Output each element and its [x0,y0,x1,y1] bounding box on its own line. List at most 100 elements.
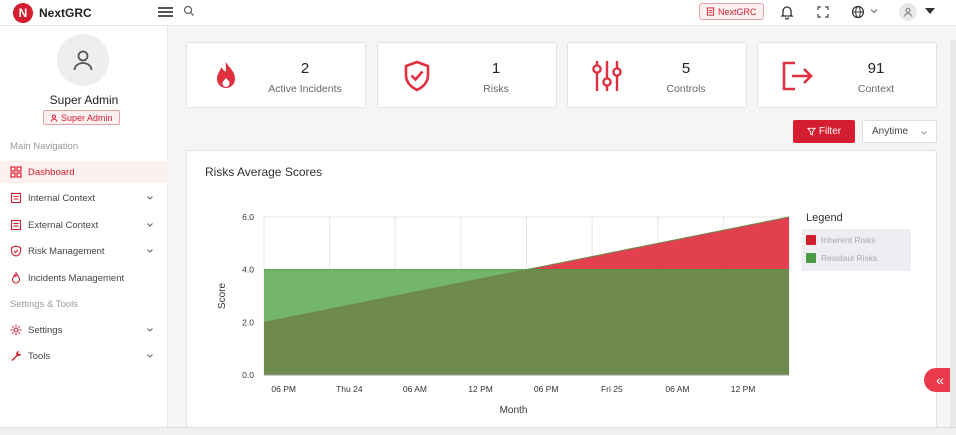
user-icon [73,50,93,71]
user-icon [50,114,58,122]
user-icon [904,7,912,17]
user-avatar[interactable] [899,3,917,21]
document-icon [10,192,22,204]
nav-item-label: Internal Context [28,192,96,204]
stat-value: 91 [867,60,885,77]
org-switcher-button[interactable]: NextGRC [699,3,764,20]
chevron-down-icon [147,354,153,358]
x-axis-label: Month [500,405,528,416]
risks-average-scores-panel: 0.0 2.0 4.0 6.0 06 PM Thu 24 06 AM 12 PM 06 PM Fr… [186,150,937,435]
x-tick-label: 06 AM [403,384,427,394]
legend-swatch [806,253,816,263]
stat-label: Context [857,83,895,95]
stat-label: Active Incidents [268,83,342,95]
nav-item-label: Settings [28,324,63,336]
stat-card-controls[interactable]: 5 Controls [567,42,747,108]
nav-item-internal-context[interactable]: Internal Context [0,187,168,209]
y-tick-label: 6.0 [242,212,254,222]
fire-icon [11,272,21,284]
settings-tools-title: Settings & Tools [10,299,78,310]
stat-card-context[interactable]: 91 Context [757,42,937,108]
stat-value: 2 [300,60,310,77]
chevron-down-icon [921,131,927,135]
y-tick-label: 0.0 [242,370,254,380]
sliders-icon [592,61,622,91]
role-label: Super Admin [61,112,113,123]
chevron-down-icon [147,328,153,332]
document-icon [10,219,22,231]
chevron-down-icon[interactable] [869,6,879,16]
logo-mark: N [13,3,33,23]
profile-name: Super Admin [49,93,119,107]
profile-avatar[interactable] [57,34,109,86]
org-chip-label: NextGRC [718,6,757,17]
sidebar: Super Admin Super Admin Main Navigation … [0,26,168,435]
legend-label: Inherent Risks [821,235,876,245]
stat-card-risks[interactable]: 1 Risks [377,42,557,108]
y-axis-label: Score [217,283,228,310]
time-range-select[interactable]: Anytime [862,120,937,143]
chart-title: Risks Average Scores [205,165,323,179]
stat-value: 1 [491,60,501,77]
chevron-down-icon [147,223,153,227]
x-tick-label: 06 PM [534,384,559,394]
search-icon[interactable] [183,5,195,17]
nav-item-external-context[interactable]: External Context [0,214,168,236]
grid-icon [10,166,22,178]
role-badge: Super Admin [43,110,120,125]
nav-item-settings[interactable]: Settings [0,319,168,341]
nav-item-risk-management[interactable]: Risk Management [0,240,168,262]
nav-item-label: Risk Management [28,245,105,257]
chevron-down-icon [147,249,153,253]
main-navigation-title: Main Navigation [10,141,79,152]
legend-label: Residaul Risks [821,253,878,263]
stat-label: Risks [483,83,509,95]
caret-down-icon[interactable] [925,8,935,14]
app-name: NextGRC [39,6,92,20]
y-tick-label: 4.0 [242,265,254,275]
x-tick-label: Thu 24 [336,384,363,394]
x-tick-label: 06 PM [271,384,296,394]
nav-item-incidents-management[interactable]: Incidents Management [0,267,168,289]
exit-arrow-icon [782,61,813,91]
fullscreen-icon[interactable] [815,4,831,20]
nav-item-tools[interactable]: Tools [0,345,168,367]
x-tick-label: 06 AM [665,384,689,394]
stat-card-active-incidents[interactable]: 2 Active Incidents [186,42,366,108]
top-header: N NextGRC NextGRC [0,0,956,26]
wrench-icon [11,351,22,361]
time-range-value: Anytime [872,126,909,137]
stat-value: 5 [681,60,691,77]
app-logo[interactable]: N NextGRC [13,3,92,23]
legend-swatch [806,235,816,245]
fire-icon [217,62,235,88]
bell-icon[interactable] [779,4,795,20]
legend-title: Legend [806,212,843,224]
shield-check-icon [10,245,22,257]
horizontal-scrollbar[interactable] [0,427,956,435]
filter-button[interactable]: Filter [793,120,855,143]
nav-item-label: External Context [28,219,99,231]
legend-item-residual[interactable]: Residaul Risks [806,251,877,265]
x-tick-label: 12 PM [731,384,756,394]
nav-item-label: Tools [28,350,51,362]
globe-icon[interactable] [850,4,866,20]
menu-toggle-icon[interactable] [158,5,173,19]
risk-scores-chart: 0.0 2.0 4.0 6.0 06 PM Thu 24 06 AM 12 PM 06 PM Fr… [217,212,790,416]
shield-check-icon [404,60,430,92]
nav-item-label: Dashboard [28,166,75,178]
vertical-scrollbar[interactable] [950,40,956,435]
double-chevron-left-icon: « [936,372,944,388]
gear-icon [10,324,22,336]
building-icon [706,7,715,16]
x-tick-label: 12 PM [468,384,493,394]
legend-item-inherent[interactable]: Inherent Risks [806,233,875,247]
nav-item-dashboard[interactable]: Dashboard [0,161,168,183]
filter-icon [806,127,816,136]
x-tick-label: Fri 25 [601,384,623,394]
filter-label: Filter [818,126,842,137]
nav-item-label: Incidents Management [28,272,125,284]
y-tick-label: 2.0 [242,317,254,327]
stat-label: Controls [666,83,706,95]
chevron-down-icon [147,196,153,200]
